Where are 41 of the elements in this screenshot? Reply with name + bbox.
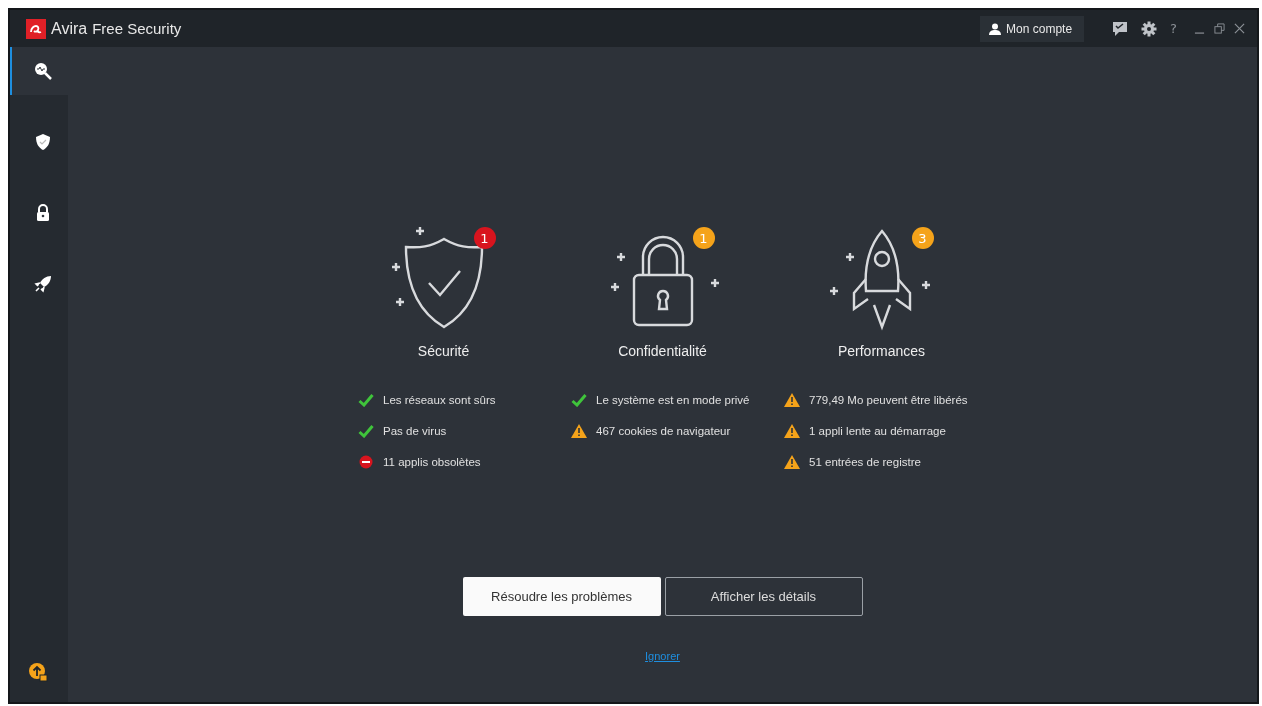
count-badge: 1 [692, 227, 715, 249]
warning-icon [784, 455, 800, 469]
help-button[interactable]: ? [1170, 21, 1177, 36]
count-badge: 3 [911, 227, 934, 249]
resolve-button[interactable]: Résoudre les problèmes [462, 577, 661, 616]
check-icon [358, 424, 374, 438]
details-button[interactable]: Afficher les détails [664, 577, 863, 616]
account-button[interactable]: Mon compte [980, 15, 1085, 42]
warning-icon [784, 393, 800, 407]
check-icon [358, 393, 374, 407]
search-icon [34, 62, 52, 80]
padlock-icon [34, 204, 52, 222]
ignore-link[interactable]: Ignorer [645, 650, 680, 662]
status-text: 467 cookies de navigateur [596, 425, 731, 437]
status-text: Pas de virus [383, 425, 447, 437]
blocked-icon [358, 455, 374, 469]
restore-icon[interactable] [1214, 23, 1225, 34]
user-icon [989, 22, 1002, 35]
warning-icon [784, 424, 800, 438]
status-text: 779,49 Mo peuvent être libérés [809, 394, 968, 406]
status-text: 51 entrées de registre [809, 456, 921, 468]
brand-name: Avira [51, 19, 88, 38]
status-text: 11 applis obsolètes [383, 456, 481, 468]
warning-icon [571, 424, 587, 438]
category-title: Sécurité [417, 343, 470, 359]
window-title: Free Security [92, 20, 182, 37]
shield-icon [34, 133, 52, 151]
logo-icon [26, 18, 46, 39]
count-badge: 1 [473, 227, 496, 249]
check-icon [571, 393, 587, 407]
close-icon[interactable] [1234, 23, 1245, 34]
sidebar-item[interactable] [10, 47, 68, 95]
status-text: 1 appli lente au démarrage [809, 425, 946, 437]
feedback-icon[interactable] [1112, 20, 1129, 37]
category-title: Performances [837, 343, 926, 359]
settings-icon[interactable] [1141, 20, 1158, 37]
category-title: Confidentialité [618, 343, 707, 359]
status-text: Le système est en mode privé [596, 394, 750, 406]
status-text: Les réseaux sont sûrs [383, 394, 496, 406]
rocket-icon [34, 275, 52, 293]
upgrade-icon[interactable] [28, 662, 48, 682]
